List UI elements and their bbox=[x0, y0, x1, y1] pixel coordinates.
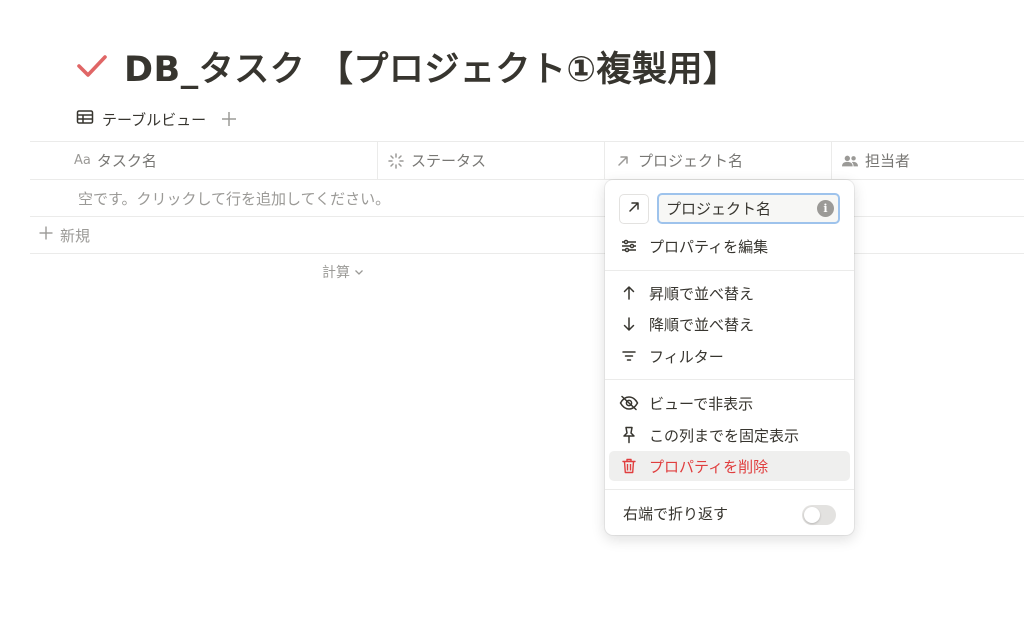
info-icon[interactable]: i bbox=[817, 200, 834, 217]
column-header-status[interactable]: ステータス bbox=[378, 142, 605, 179]
view-tabs: テーブルビュー bbox=[76, 106, 238, 132]
tab-label: テーブルビュー bbox=[102, 110, 207, 129]
chevron-down-icon bbox=[350, 264, 364, 280]
empty-state-row[interactable]: 空です。クリックして行を追加してください。 bbox=[30, 180, 1024, 217]
toggle-knob bbox=[804, 507, 820, 523]
property-type-button[interactable] bbox=[619, 193, 649, 224]
menu-item-label: 降順で並べ替え bbox=[649, 315, 755, 334]
database-table: Aa タスク名 ステータス プロジェクト名 担当者 空です。クリックして行を追加… bbox=[30, 141, 1024, 290]
eye-off-icon bbox=[619, 393, 639, 413]
sliders-icon bbox=[619, 236, 639, 256]
menu-item-freeze-column[interactable]: この列までを固定表示 bbox=[609, 420, 850, 450]
column-label: タスク名 bbox=[96, 152, 157, 170]
menu-item-label: 右端で折り返す bbox=[623, 504, 729, 523]
menu-item-edit-property[interactable]: プロパティを編集 bbox=[609, 231, 850, 261]
menu-item-label: フィルター bbox=[649, 347, 724, 366]
menu-divider bbox=[605, 379, 854, 380]
arrow-up-icon bbox=[619, 283, 639, 303]
plus-icon[interactable] bbox=[220, 110, 238, 128]
property-rename-row: i bbox=[619, 193, 840, 224]
column-header-task-name[interactable]: Aa タスク名 bbox=[30, 142, 378, 179]
column-label: プロジェクト名 bbox=[638, 152, 744, 170]
page-header: DB_タスク 【プロジェクト①複製用】 bbox=[76, 42, 739, 90]
property-name-input[interactable] bbox=[657, 193, 840, 224]
pin-icon bbox=[619, 425, 639, 445]
people-icon bbox=[842, 153, 858, 169]
menu-item-delete-property[interactable]: プロパティを削除 bbox=[609, 451, 850, 481]
wrap-column-toggle[interactable] bbox=[802, 505, 836, 525]
trash-icon bbox=[619, 456, 639, 476]
filter-icon bbox=[619, 346, 639, 366]
column-header-project-name[interactable]: プロジェクト名 bbox=[605, 142, 832, 179]
menu-item-sort-ascending[interactable]: 昇順で並べ替え bbox=[609, 278, 850, 308]
table-icon bbox=[76, 109, 102, 129]
menu-item-wrap-column[interactable]: 右端で折り返す bbox=[609, 498, 850, 528]
menu-divider bbox=[605, 489, 854, 490]
checkmark-icon[interactable] bbox=[76, 50, 108, 82]
empty-message: 空です。クリックして行を追加してください。 bbox=[78, 189, 391, 208]
column-header-assignee[interactable]: 担当者 bbox=[832, 142, 1024, 179]
menu-item-label: プロパティを編集 bbox=[649, 237, 769, 256]
plus-icon bbox=[38, 225, 60, 245]
property-name-wrapper: i bbox=[649, 193, 840, 224]
column-label: ステータス bbox=[411, 152, 487, 170]
relation-arrow-icon bbox=[627, 199, 641, 218]
arrow-down-icon bbox=[619, 314, 639, 334]
menu-divider bbox=[605, 270, 854, 271]
calculate-button[interactable]: 計算 bbox=[322, 262, 364, 282]
menu-item-sort-descending[interactable]: 降順で並べ替え bbox=[609, 309, 850, 339]
status-spinner-icon bbox=[388, 152, 404, 169]
page: DB_タスク 【プロジェクト①複製用】 テーブルビュー Aa タスク名 ステータ… bbox=[0, 0, 1024, 624]
menu-item-label: ビューで非表示 bbox=[649, 394, 754, 413]
new-row-button[interactable]: 新規 bbox=[30, 217, 1024, 254]
menu-item-hide-in-view[interactable]: ビューで非表示 bbox=[609, 388, 850, 418]
calculation-row: 計算 bbox=[30, 254, 1024, 290]
calculate-label: 計算 bbox=[322, 265, 350, 281]
property-context-menu: i プロパティを編集 昇順で並べ替え 降順で並べ替え フィ bbox=[605, 180, 854, 535]
menu-item-label: 昇順で並べ替え bbox=[649, 284, 755, 303]
menu-item-filter[interactable]: フィルター bbox=[609, 341, 850, 371]
menu-item-label: この列までを固定表示 bbox=[649, 426, 800, 445]
relation-arrow-icon bbox=[615, 153, 631, 169]
table-header: Aa タスク名 ステータス プロジェクト名 担当者 bbox=[30, 141, 1024, 180]
menu-item-label: プロパティを削除 bbox=[649, 457, 769, 476]
tab-table-view[interactable]: テーブルビュー bbox=[76, 109, 206, 130]
new-row-label: 新規 bbox=[60, 226, 91, 245]
title-aa-icon: Aa bbox=[74, 153, 91, 168]
column-label: 担当者 bbox=[865, 152, 911, 170]
page-title[interactable]: DB_タスク 【プロジェクト①複製用】 bbox=[124, 41, 739, 92]
